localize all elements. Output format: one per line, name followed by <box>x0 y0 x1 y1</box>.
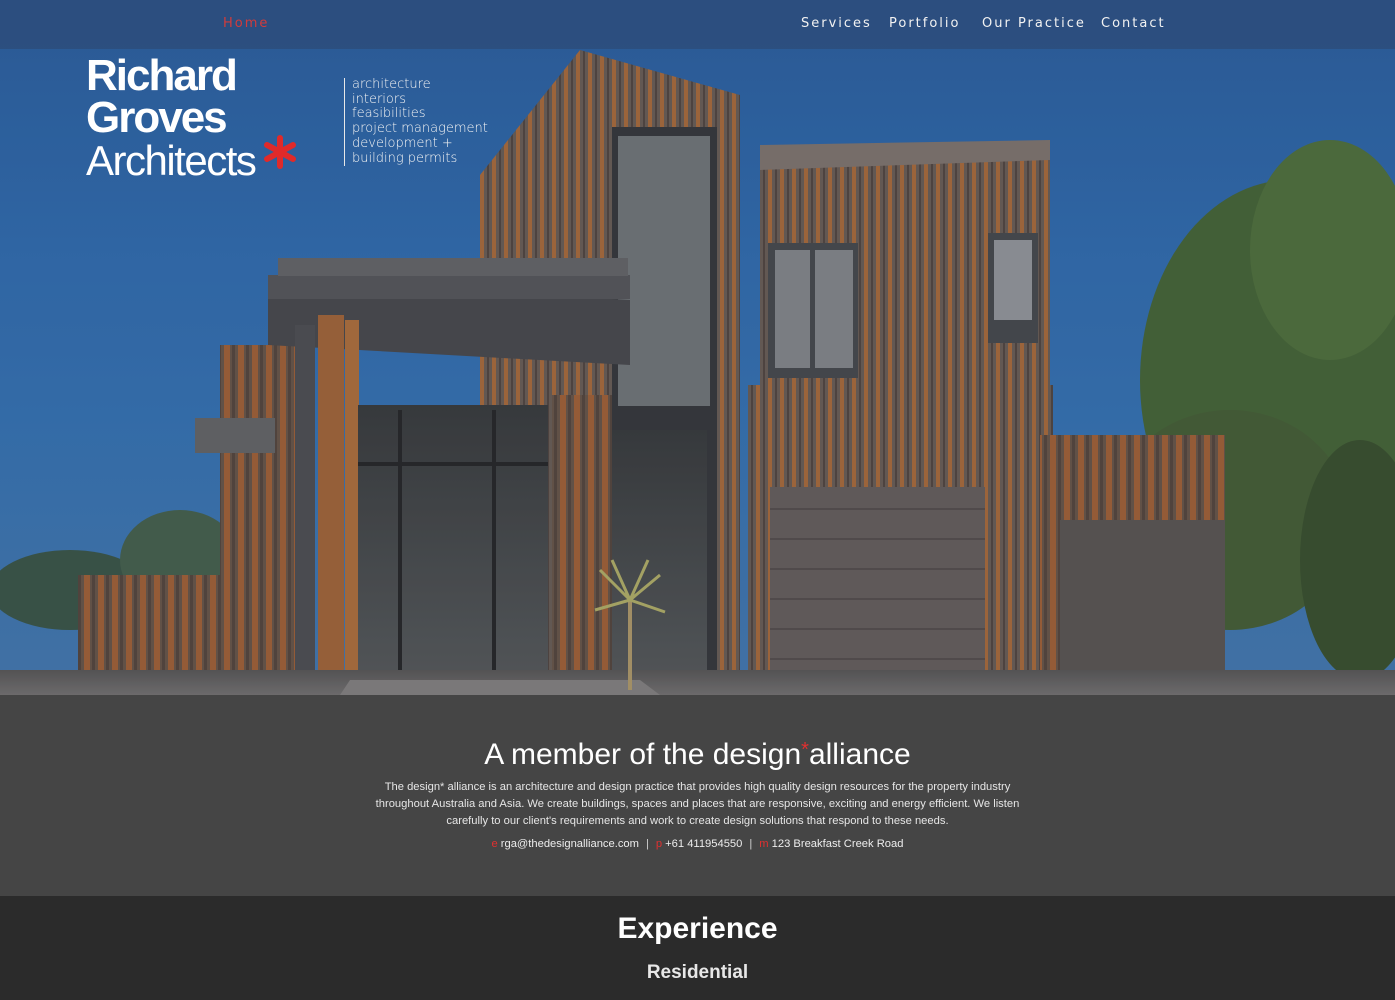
service-item: building permits <box>352 150 458 166</box>
email-link[interactable]: rga@thedesignalliance.com <box>501 838 639 850</box>
service-item: project management <box>352 121 488 137</box>
experience-subheading: Residential <box>646 962 749 983</box>
nav-contact-link[interactable]: Contact <box>1101 16 1166 31</box>
alliance-heading-part1: A member of the design <box>484 738 802 771</box>
services-tagline-list: architecture interiors feasibilities pro… <box>344 77 488 167</box>
service-item: development + <box>352 135 453 151</box>
experience-heading: Experience <box>617 912 778 945</box>
logo-line-1: Richard <box>86 51 238 100</box>
logo-line-2: Groves <box>86 92 228 142</box>
email-label: e <box>491 838 498 850</box>
alliance-asterisk: * <box>801 739 809 761</box>
asterisk-logo-icon <box>264 135 296 169</box>
alliance-description: The design* alliance is an architecture … <box>375 781 1020 827</box>
address-text: 123 Breakfast Creek Road <box>771 838 904 850</box>
service-item: interiors <box>352 91 406 107</box>
nav-services-link[interactable]: Services <box>801 16 872 31</box>
service-item: feasibilities <box>352 106 426 122</box>
phone-label: p <box>655 838 663 850</box>
nav-our-practice-link[interactable]: Our Practice <box>982 16 1086 31</box>
nav-home-link[interactable]: Home <box>223 16 269 31</box>
address-label: m <box>759 838 769 850</box>
separator: | <box>749 838 753 850</box>
alliance-heading-part2: alliance <box>808 738 911 771</box>
phone-link[interactable]: +61 411954550 <box>665 838 742 850</box>
nav-portfolio-link[interactable]: Portfolio <box>889 16 960 31</box>
hero-banner: Home Services Portfolio Our Practice Con… <box>0 0 1395 695</box>
brand-logo[interactable]: Richard Groves Architects <box>86 51 316 181</box>
alliance-heading: A member of the design*alliance <box>0 738 1395 772</box>
top-nav-bar: Home Services Portfolio Our Practice Con… <box>0 0 1395 49</box>
contact-details: e rga@thedesignalliance.com | p +61 41195455… <box>0 838 1395 850</box>
service-item: architecture <box>352 77 431 92</box>
separator: | <box>645 838 649 850</box>
